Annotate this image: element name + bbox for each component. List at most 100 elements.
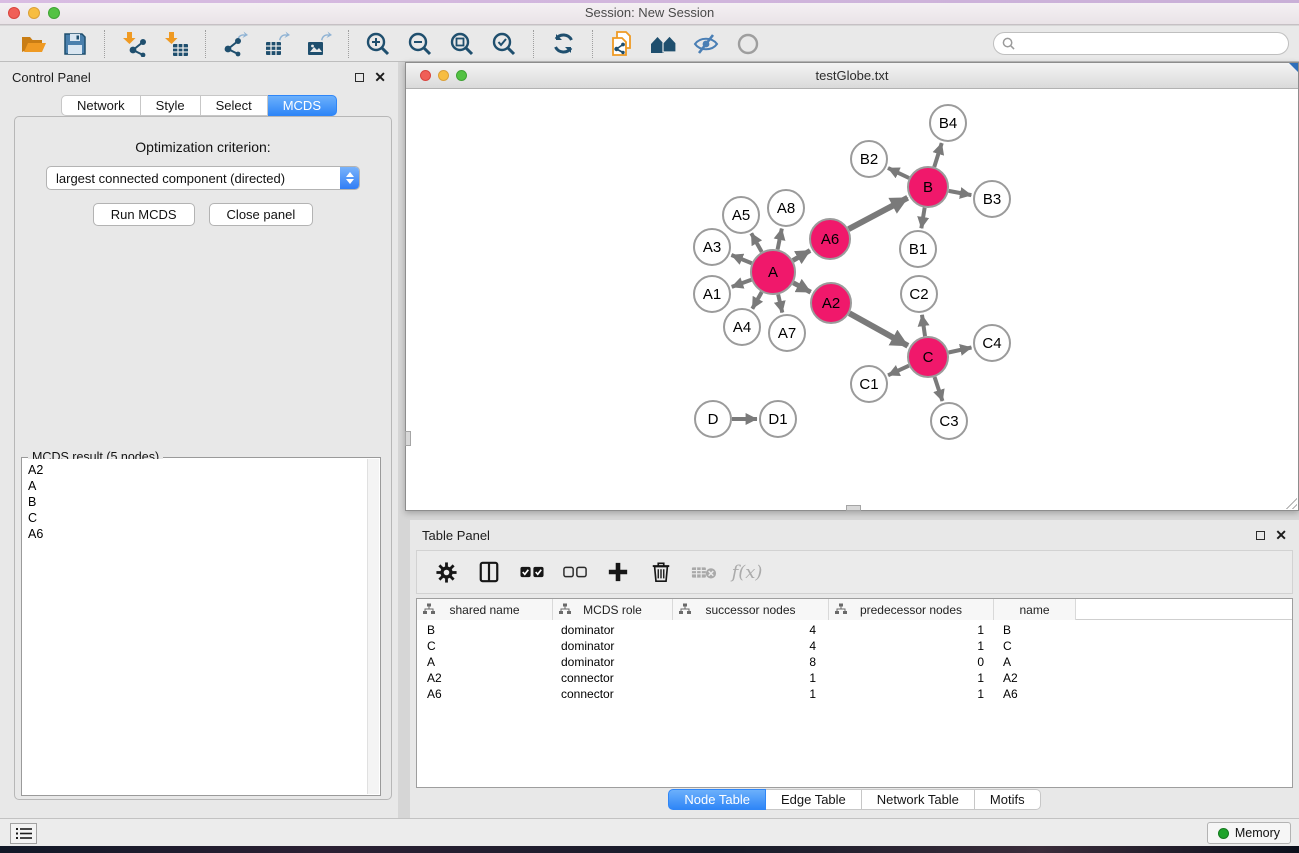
tab-mcds[interactable]: MCDS: [268, 95, 337, 116]
graph-edge-A-A2[interactable]: [793, 283, 810, 292]
result-item[interactable]: C: [28, 510, 367, 526]
export-image-button[interactable]: [301, 29, 337, 59]
graph-node-B3[interactable]: B3: [974, 181, 1010, 217]
result-item[interactable]: A: [28, 478, 367, 494]
graph-node-C2[interactable]: C2: [901, 276, 937, 312]
search-box[interactable]: [993, 32, 1289, 55]
graph-node-D[interactable]: D: [695, 401, 731, 437]
graph-edge-A-A7[interactable]: [778, 294, 782, 312]
status-list-button[interactable]: [10, 823, 37, 844]
tab-network-table[interactable]: Network Table: [862, 789, 975, 810]
import-network-button[interactable]: [116, 29, 152, 59]
graph-edge-C-C4[interactable]: [949, 347, 972, 352]
graph-node-C3[interactable]: C3: [931, 403, 967, 439]
zoom-fit-button[interactable]: [444, 29, 480, 59]
show-columns-button[interactable]: [472, 555, 506, 589]
graph-node-A5[interactable]: A5: [723, 197, 759, 233]
search-input[interactable]: [1020, 37, 1280, 51]
graph-node-A[interactable]: A: [751, 250, 795, 294]
table-row[interactable]: Cdominator41C: [417, 638, 1292, 654]
tab-network[interactable]: Network: [61, 95, 141, 116]
graph-edge-A-A8[interactable]: [778, 229, 782, 250]
graph-node-A8[interactable]: A8: [768, 190, 804, 226]
select-all-columns-button[interactable]: [515, 555, 549, 589]
control-panel-close-button[interactable]: ✕: [374, 70, 386, 84]
graph-edge-A-A6[interactable]: [793, 251, 810, 261]
graph-edge-B-B1[interactable]: [921, 208, 924, 229]
close-panel-button[interactable]: Close panel: [209, 203, 314, 226]
graph-edge-A-A4[interactable]: [752, 292, 761, 309]
tab-node-table[interactable]: Node Table: [668, 789, 766, 810]
network-window-titlebar[interactable]: testGlobe.txt: [406, 63, 1298, 89]
delete-columns-button[interactable]: [644, 555, 678, 589]
tab-style[interactable]: Style: [141, 95, 201, 116]
resize-grip-bottom[interactable]: [846, 505, 861, 511]
result-item[interactable]: A6: [28, 526, 367, 542]
hide-selected-button[interactable]: [688, 29, 724, 59]
deselect-all-columns-button[interactable]: [558, 555, 592, 589]
graph-edge-B-B2[interactable]: [888, 168, 909, 178]
table-row[interactable]: A6connector11A6: [417, 686, 1292, 702]
tab-edge-table[interactable]: Edge Table: [766, 789, 862, 810]
graph-node-A3[interactable]: A3: [694, 229, 730, 265]
table-panel-float-button[interactable]: [1256, 531, 1265, 540]
column-header-predecessor-nodes[interactable]: predecessor nodes: [829, 599, 994, 620]
network-from-selection-button[interactable]: [604, 29, 640, 59]
network-canvas[interactable]: AA6A2BCA1A3A4A5A7A8B1B2B3B4C1C2C3C4DD1: [406, 90, 1298, 510]
delete-table-button[interactable]: [687, 555, 721, 589]
graph-node-D1[interactable]: D1: [760, 401, 796, 437]
network-graph[interactable]: AA6A2BCA1A3A4A5A7A8B1B2B3B4C1C2C3C4DD1: [406, 90, 1298, 511]
zoom-out-button[interactable]: [402, 29, 438, 59]
first-neighbors-button[interactable]: [646, 29, 682, 59]
graph-edge-A2-C[interactable]: [849, 313, 908, 346]
control-panel-float-button[interactable]: [355, 73, 364, 82]
graph-edge-B-B4[interactable]: [934, 143, 941, 167]
mcds-result-list[interactable]: A2ABCA6: [23, 459, 367, 794]
graph-node-C1[interactable]: C1: [851, 366, 887, 402]
zoom-in-button[interactable]: [360, 29, 396, 59]
column-header-shared-name[interactable]: shared name: [417, 599, 553, 620]
table-panel-close-button[interactable]: ✕: [1275, 528, 1287, 542]
graph-node-A2[interactable]: A2: [811, 283, 851, 323]
graph-edge-A6-B[interactable]: [849, 198, 908, 229]
tab-select[interactable]: Select: [201, 95, 268, 116]
network-maximize-button[interactable]: [456, 70, 467, 81]
graph-node-A6[interactable]: A6: [810, 219, 850, 259]
save-session-button[interactable]: [57, 29, 93, 59]
graph-node-B[interactable]: B: [908, 167, 948, 207]
zoom-selected-button[interactable]: [486, 29, 522, 59]
graph-edge-C-C3[interactable]: [935, 377, 943, 401]
export-table-button[interactable]: [259, 29, 295, 59]
graph-edge-C-C2[interactable]: [922, 315, 925, 336]
graph-edge-B-B3[interactable]: [949, 191, 972, 195]
network-close-button[interactable]: [420, 70, 431, 81]
run-mcds-button[interactable]: Run MCDS: [93, 203, 195, 226]
column-header-mcds-role[interactable]: MCDS role: [553, 599, 673, 620]
tab-motifs[interactable]: Motifs: [975, 789, 1041, 810]
refresh-view-button[interactable]: [545, 29, 581, 59]
graph-node-C4[interactable]: C4: [974, 325, 1010, 361]
memory-button[interactable]: Memory: [1207, 822, 1291, 844]
graph-node-C[interactable]: C: [908, 337, 948, 377]
add-column-button[interactable]: [601, 555, 635, 589]
table-row[interactable]: Bdominator41B: [417, 622, 1292, 638]
show-all-button[interactable]: [730, 29, 766, 59]
import-table-button[interactable]: [158, 29, 194, 59]
network-minimize-button[interactable]: [438, 70, 449, 81]
table-settings-button[interactable]: [429, 555, 463, 589]
result-item[interactable]: B: [28, 494, 367, 510]
graph-edge-C-C1[interactable]: [888, 366, 909, 376]
export-network-button[interactable]: [217, 29, 253, 59]
open-file-button[interactable]: [15, 29, 51, 59]
graph-edge-A-A1[interactable]: [732, 280, 752, 287]
graph-node-A1[interactable]: A1: [694, 276, 730, 312]
graph-node-A7[interactable]: A7: [769, 315, 805, 351]
column-header-successor-nodes[interactable]: successor nodes: [673, 599, 829, 620]
result-item[interactable]: A2: [28, 462, 367, 478]
graph-node-B2[interactable]: B2: [851, 141, 887, 177]
graph-edge-A-A5[interactable]: [751, 233, 761, 252]
column-header-name[interactable]: name: [994, 599, 1076, 620]
optimization-criterion-select[interactable]: largest connected component (directed): [46, 166, 360, 190]
resize-grip-left[interactable]: [405, 431, 411, 446]
table-row[interactable]: Adominator80A: [417, 654, 1292, 670]
